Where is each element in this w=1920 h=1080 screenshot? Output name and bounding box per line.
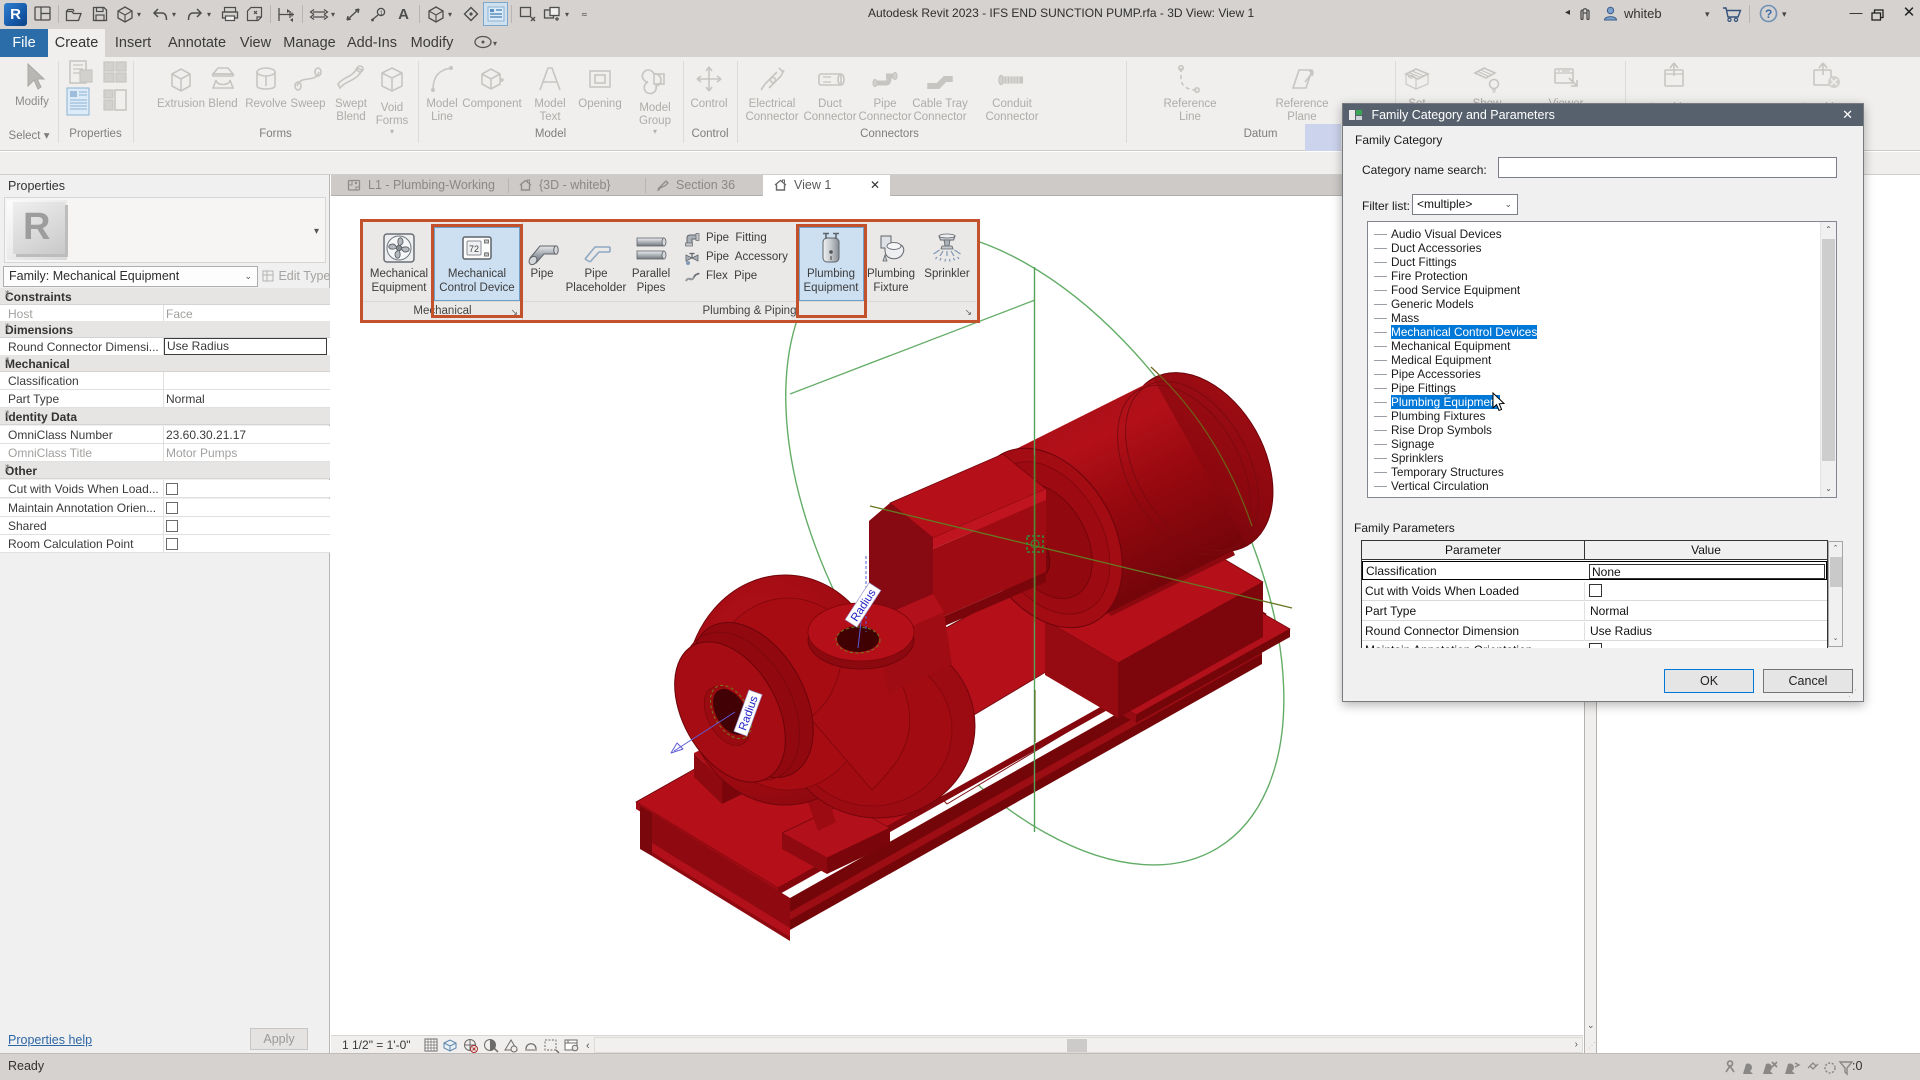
- svg-text:▾: ▾: [493, 39, 497, 48]
- svg-text:?: ?: [1765, 7, 1772, 21]
- svg-text:‹: ‹: [586, 1040, 590, 1052]
